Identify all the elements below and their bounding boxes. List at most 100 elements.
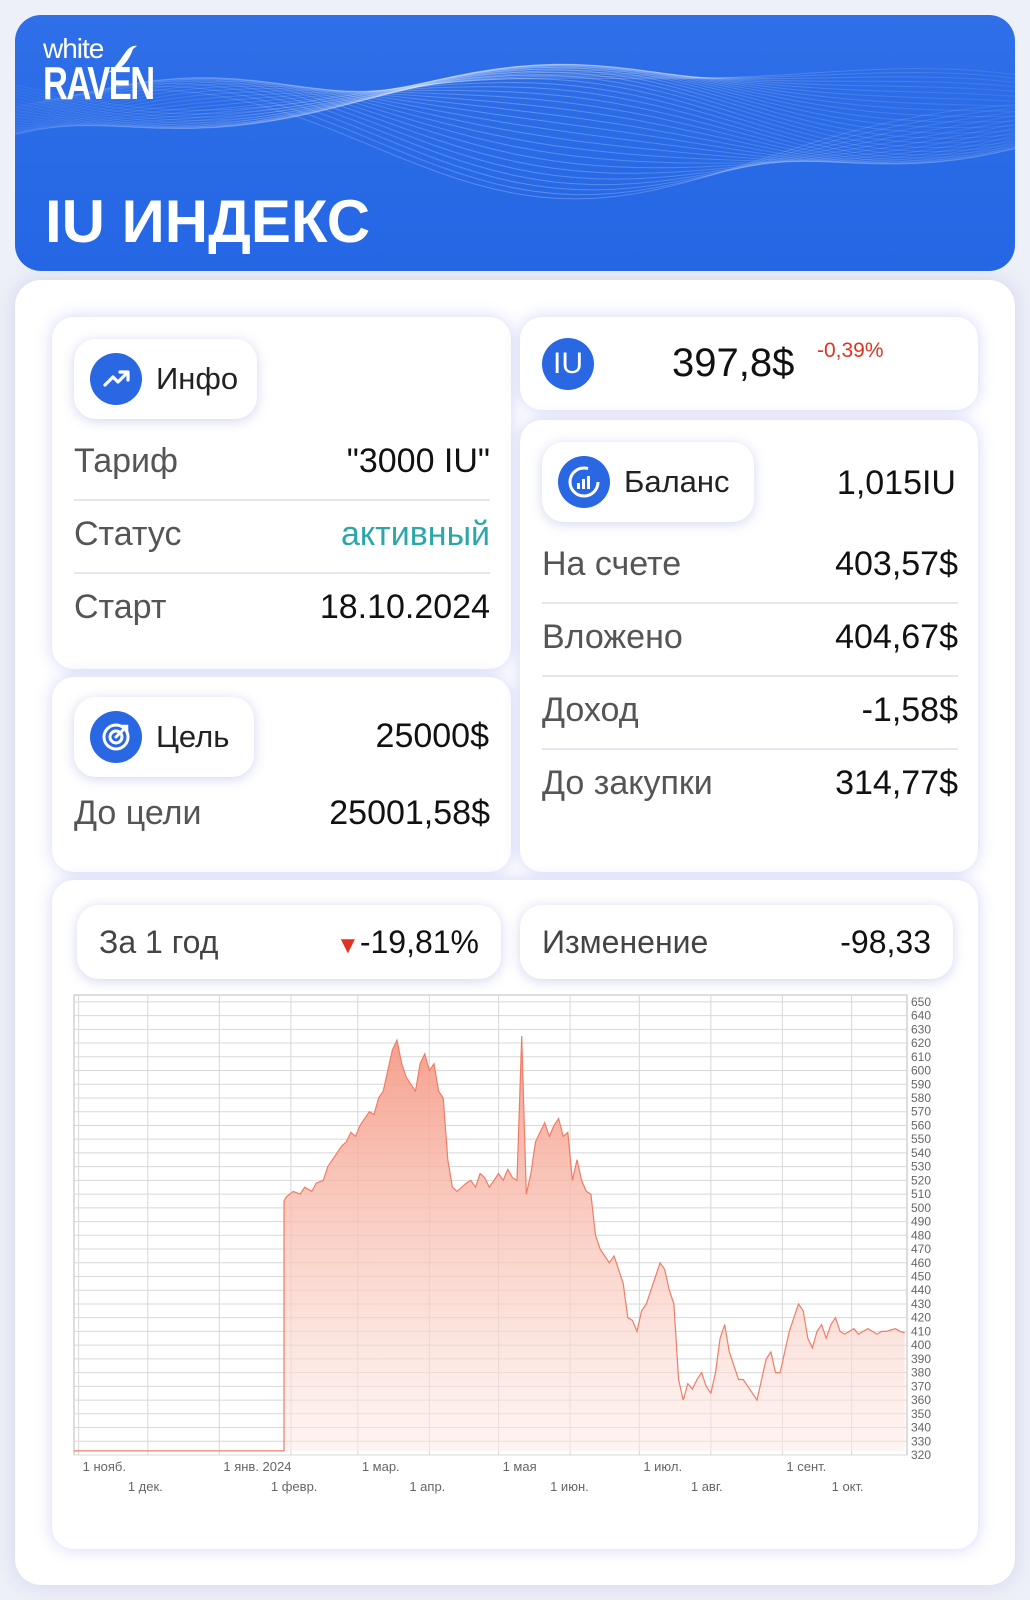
x-tick-label: 1 июн.: [550, 1479, 589, 1494]
y-tick-label: 400: [911, 1338, 931, 1352]
iu-badge-text: IU: [553, 347, 583, 380]
x-tick-label: 1 июл.: [643, 1459, 682, 1474]
y-tick-label: 600: [911, 1064, 931, 1078]
chart-card: За 1 год ▼-19,81% Изменение -98,33 650 64…: [52, 880, 978, 1549]
info-key: Старт: [74, 588, 167, 626]
goal-remaining-value: 25001,58$: [329, 794, 490, 832]
y-tick-label: 630: [911, 1022, 931, 1036]
y-tick-label: 350: [911, 1407, 931, 1421]
y-tick-label: 510: [911, 1187, 931, 1201]
y-tick-label: 650: [911, 995, 931, 1009]
balance-amount: 1,015IU: [836, 464, 956, 502]
y-tick-label: 470: [911, 1242, 931, 1256]
y-tick-label: 340: [911, 1421, 931, 1435]
y-tick-label: 540: [911, 1146, 931, 1160]
chart-pie-icon: [558, 456, 610, 508]
y-tick-label: 440: [911, 1283, 931, 1297]
goal-card: Цель 25000$ До цели 25001,58$: [52, 677, 511, 872]
x-tick-label: 1 апр.: [409, 1479, 445, 1494]
y-tick-label: 420: [911, 1311, 931, 1325]
x-tick-label: 1 мая: [503, 1459, 537, 1474]
x-tick-label: 1 мар.: [362, 1459, 400, 1474]
header-banner: white RAVEN IU ИНДЕКС: [15, 15, 1015, 271]
y-tick-label: 480: [911, 1228, 931, 1242]
goal-value: 25000$: [376, 717, 489, 756]
y-tick-label: 390: [911, 1352, 931, 1366]
balance-row: Доход -1,58$: [542, 691, 958, 730]
balance-row-value: 314,77$: [835, 764, 958, 802]
price-value: 397,8$: [672, 341, 795, 385]
status-value: активный: [341, 515, 490, 553]
balance-row-value: 403,57$: [835, 545, 958, 583]
x-tick-label: 1 авг.: [691, 1479, 723, 1494]
x-tick-label: 1 янв. 2024: [223, 1459, 291, 1474]
price-card: IU 397,8$ -0,39%: [520, 317, 978, 410]
info-value: "3000 IU": [346, 442, 490, 480]
y-tick-label: 560: [911, 1118, 931, 1132]
balance-key: До закупки: [542, 764, 713, 802]
y-tick-label: 580: [911, 1091, 931, 1105]
page-title: IU ИНДЕКС: [45, 188, 371, 255]
goal-pill-label: Цель: [156, 719, 230, 754]
divider: [74, 499, 490, 501]
balance-row: Вложено 404,67$: [542, 618, 958, 657]
trending-up-icon: [90, 353, 142, 405]
y-tick-label: 450: [911, 1269, 931, 1283]
balance-pill-label: Баланс: [624, 464, 730, 499]
y-tick-label: 610: [911, 1050, 931, 1064]
y-tick-label: 570: [911, 1105, 931, 1119]
divider: [74, 572, 490, 574]
target-icon: [90, 711, 142, 763]
x-tick-label: 1 февр.: [271, 1479, 318, 1494]
y-tick-label: 620: [911, 1036, 931, 1050]
x-tick-label: 1 нояб.: [83, 1459, 126, 1474]
y-tick-label: 370: [911, 1379, 931, 1393]
brand-logo: white RAVEN: [43, 35, 191, 107]
info-pill[interactable]: Инфо: [74, 339, 257, 419]
iu-badge: IU: [542, 338, 594, 390]
goal-amount: 25000$: [375, 717, 489, 755]
balance-card: Баланс 1,015IU На счете 403,57$ Вложено …: [520, 420, 978, 872]
y-tick-label: 320: [911, 1448, 931, 1462]
balance-pill[interactable]: Баланс: [542, 442, 754, 522]
goal-remaining-row: До цели 25001,58$: [74, 794, 490, 833]
y-tick-label: 360: [911, 1393, 931, 1407]
info-pill-label: Инфо: [156, 361, 239, 396]
y-tick-label: 330: [911, 1434, 931, 1448]
price-change: -0,39%: [817, 339, 884, 362]
raven-icon: [107, 45, 137, 73]
info-row-start: Старт 18.10.2024: [74, 588, 490, 627]
y-tick-label: 460: [911, 1256, 931, 1270]
info-card: Инфо Тариф "3000 IU" Статус активный Ста…: [52, 317, 511, 669]
y-tick-label: 500: [911, 1201, 931, 1215]
goal-pill[interactable]: Цель: [74, 697, 254, 777]
y-tick-label: 640: [911, 1009, 931, 1023]
y-tick-label: 410: [911, 1324, 931, 1338]
divider: [542, 748, 958, 750]
x-tick-label: 1 дек.: [128, 1479, 163, 1494]
y-tick-label: 550: [911, 1132, 931, 1146]
info-row-status: Статус активный: [74, 515, 490, 554]
balance-row: На счете 403,57$: [542, 545, 958, 584]
info-key: Тариф: [74, 442, 179, 480]
balance-row-value: 404,67$: [835, 618, 958, 656]
goal-remaining-key: До цели: [74, 794, 202, 832]
balance-row: До закупки 314,77$: [542, 764, 958, 803]
y-tick-label: 590: [911, 1077, 931, 1091]
x-tick-label: 1 сент.: [786, 1459, 826, 1474]
y-tick-label: 430: [911, 1297, 931, 1311]
divider: [542, 675, 958, 677]
info-row-tariff: Тариф "3000 IU": [74, 442, 490, 481]
balance-key: Доход: [542, 691, 639, 729]
balance-key: На счете: [542, 545, 682, 583]
info-key: Статус: [74, 515, 182, 553]
y-tick-label: 490: [911, 1215, 931, 1229]
y-tick-label: 380: [911, 1366, 931, 1380]
y-tick-label: 530: [911, 1160, 931, 1174]
price-area-chart[interactable]: 6506406306206106005905805705605505405305…: [52, 880, 978, 1549]
balance-key: Вложено: [542, 618, 683, 656]
info-value: 18.10.2024: [319, 588, 490, 626]
balance-row-value: -1,58$: [861, 691, 958, 729]
x-tick-label: 1 окт.: [832, 1479, 864, 1494]
y-tick-label: 520: [911, 1173, 931, 1187]
